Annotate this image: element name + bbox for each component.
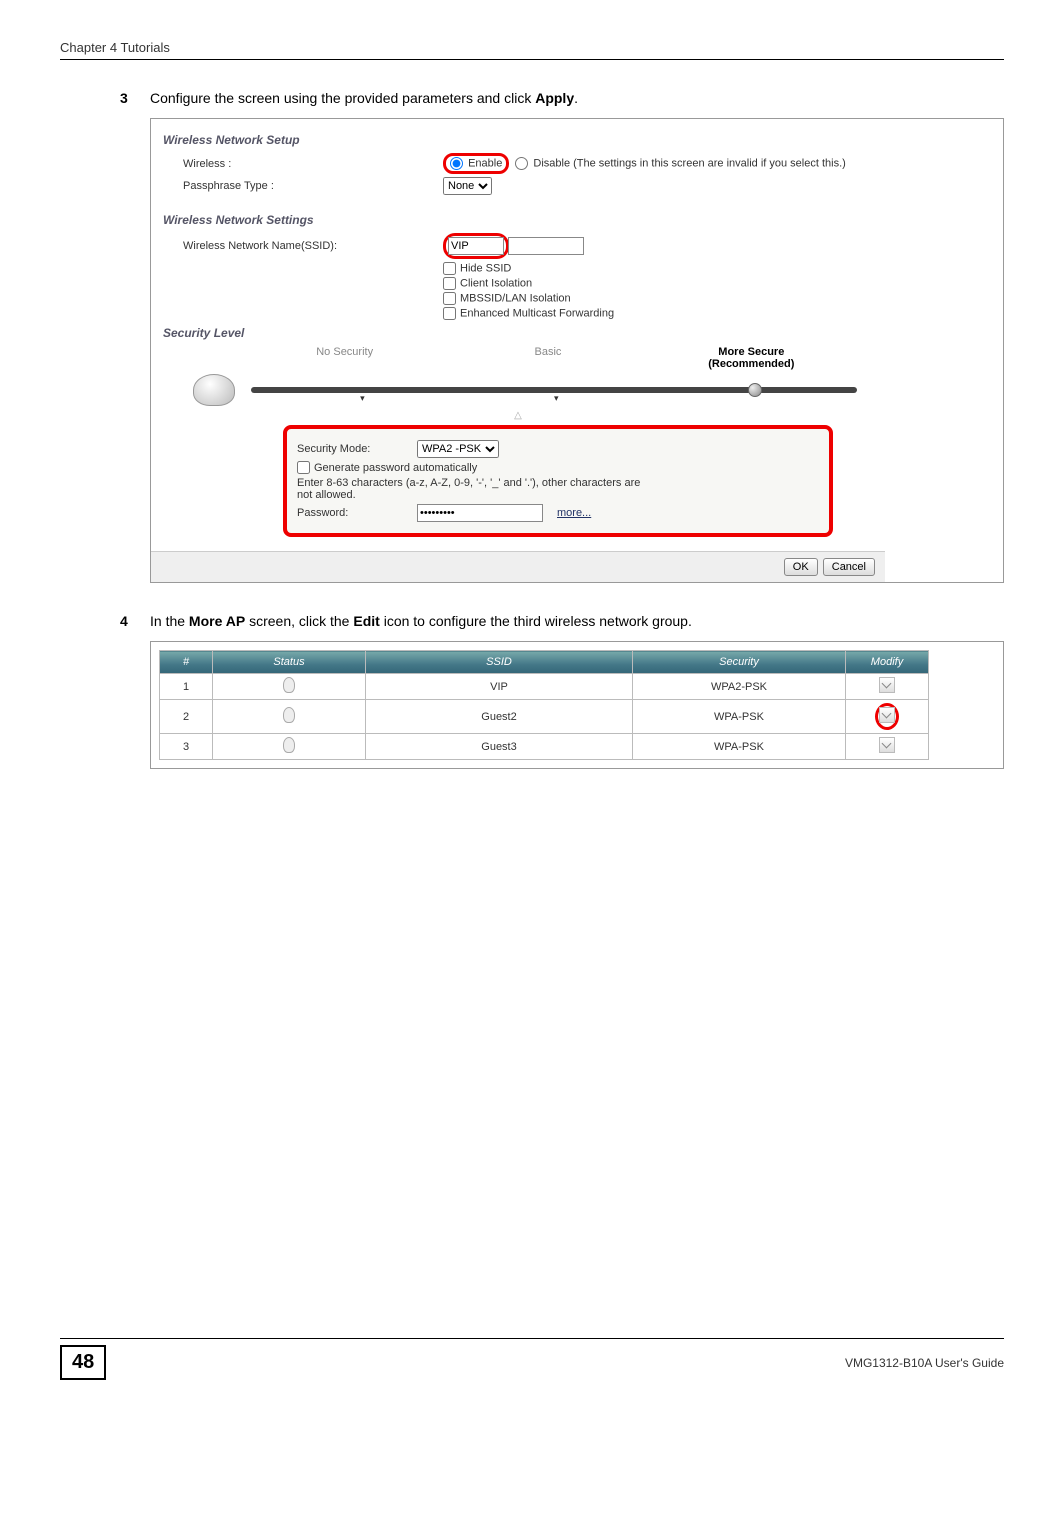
chk-hide-ssid[interactable] bbox=[443, 262, 456, 275]
chk-mbssid-label: MBSSID/LAN Isolation bbox=[460, 292, 571, 304]
moreap-table: # Status SSID Security Modify 1 VIP WPA2… bbox=[159, 650, 929, 760]
bulb-icon bbox=[283, 707, 295, 723]
text: In the bbox=[150, 613, 189, 629]
bulb-icon bbox=[283, 677, 295, 693]
passphrase-select[interactable]: None bbox=[443, 177, 492, 195]
highlight-edit bbox=[875, 703, 899, 730]
cell-security: WPA-PSK bbox=[633, 734, 846, 760]
chk-mbssid[interactable] bbox=[443, 292, 456, 305]
chapter-header: Chapter 4 Tutorials bbox=[60, 40, 1004, 55]
cell-status bbox=[213, 674, 366, 700]
step-number: 3 bbox=[120, 90, 150, 106]
cell-status bbox=[213, 734, 366, 760]
cell-modify bbox=[846, 700, 929, 734]
th-ssid: SSID bbox=[366, 651, 633, 674]
ok-button[interactable]: OK bbox=[784, 558, 818, 576]
footer-rule bbox=[60, 1338, 1004, 1339]
cell-security: WPA2-PSK bbox=[633, 674, 846, 700]
page-number: 48 bbox=[60, 1345, 106, 1380]
edit-icon[interactable] bbox=[879, 737, 895, 753]
table-row: 3 Guest3 WPA-PSK bbox=[160, 734, 929, 760]
cell-status bbox=[213, 700, 366, 734]
cell-ssid: VIP bbox=[366, 674, 633, 700]
cell-security: WPA-PSK bbox=[633, 700, 846, 734]
text: screen, click the bbox=[245, 613, 353, 629]
th-status: Status bbox=[213, 651, 366, 674]
slider-handle[interactable] bbox=[748, 383, 762, 397]
step-text: Configure the screen using the provided … bbox=[150, 90, 1004, 106]
cell-ssid: Guest2 bbox=[366, 700, 633, 734]
cell-num: 1 bbox=[160, 674, 213, 700]
chk-hide-ssid-label: Hide SSID bbox=[460, 262, 511, 274]
radio-disable-label: Disable (The settings in this screen are… bbox=[533, 157, 845, 169]
table-header-row: # Status SSID Security Modify bbox=[160, 651, 929, 674]
pw-label: Password: bbox=[297, 507, 417, 519]
chk-genpw-label: Generate password automatically bbox=[314, 462, 477, 474]
radio-enable-label: Enable bbox=[468, 157, 502, 169]
chk-client-iso-label: Client Isolation bbox=[460, 277, 532, 289]
step-text: In the More AP screen, click the Edit ic… bbox=[150, 613, 1004, 629]
slider-label-moresec: More Secure(Recommended) bbox=[650, 346, 853, 370]
cell-modify bbox=[846, 674, 929, 700]
cell-num: 3 bbox=[160, 734, 213, 760]
text: icon to configure the third wireless net… bbox=[380, 613, 692, 629]
text: Configure the screen using the provided … bbox=[150, 90, 535, 106]
slider-label-nosec: No Security bbox=[243, 346, 446, 370]
highlight-ssid bbox=[443, 233, 509, 259]
expand-arrow-icon[interactable]: △ bbox=[163, 410, 873, 421]
ssid-input[interactable] bbox=[448, 237, 504, 255]
chk-genpw[interactable] bbox=[297, 461, 310, 474]
cell-num: 2 bbox=[160, 700, 213, 734]
ap-icon bbox=[193, 374, 235, 406]
table-row: 2 Guest2 WPA-PSK bbox=[160, 700, 929, 734]
secmode-label: Security Mode: bbox=[297, 443, 417, 455]
chk-emf[interactable] bbox=[443, 307, 456, 320]
cell-ssid: Guest3 bbox=[366, 734, 633, 760]
edit-icon[interactable] bbox=[879, 677, 895, 693]
table-row: 1 VIP WPA2-PSK bbox=[160, 674, 929, 700]
bold-apply: Apply bbox=[535, 90, 574, 106]
th-modify: Modify bbox=[846, 651, 929, 674]
ssid-input-ext[interactable] bbox=[508, 237, 584, 255]
section-title-settings: Wireless Network Settings bbox=[163, 213, 873, 227]
section-title-security: Security Level bbox=[163, 326, 873, 340]
passphrase-label: Passphrase Type : bbox=[183, 180, 443, 192]
step-4: 4 In the More AP screen, click the Edit … bbox=[120, 613, 1004, 629]
edit-icon[interactable] bbox=[879, 707, 895, 723]
header-rule bbox=[60, 59, 1004, 60]
wireless-label: Wireless : bbox=[183, 158, 443, 170]
chk-emf-label: Enhanced Multicast Forwarding bbox=[460, 307, 614, 319]
bulb-icon bbox=[283, 737, 295, 753]
step-number: 4 bbox=[120, 613, 150, 629]
highlight-enable: Enable bbox=[443, 153, 509, 174]
bold-moreap: More AP bbox=[189, 613, 245, 629]
section-title-setup: Wireless Network Setup bbox=[163, 133, 873, 147]
chk-client-iso[interactable] bbox=[443, 277, 456, 290]
th-num: # bbox=[160, 651, 213, 674]
cancel-button[interactable]: Cancel bbox=[823, 558, 875, 576]
figure-moreap-table: # Status SSID Security Modify 1 VIP WPA2… bbox=[150, 641, 1004, 769]
figure-wireless-setup: Wireless Network Setup Wireless : Enable… bbox=[150, 118, 1004, 583]
secmode-select[interactable]: WPA2 -PSK bbox=[417, 440, 499, 458]
cell-modify bbox=[846, 734, 929, 760]
slider-label-basic: Basic bbox=[446, 346, 649, 370]
security-slider[interactable]: ▾ ▾ bbox=[251, 387, 857, 393]
radio-enable[interactable] bbox=[450, 157, 463, 170]
pw-hint: Enter 8-63 characters (a-z, A-Z, 0-9, '-… bbox=[297, 477, 647, 501]
bold-edit: Edit bbox=[353, 613, 379, 629]
dialog-footer: OK Cancel bbox=[151, 551, 885, 582]
ssid-label: Wireless Network Name(SSID): bbox=[183, 240, 443, 252]
text: . bbox=[574, 90, 578, 106]
step-3: 3 Configure the screen using the provide… bbox=[120, 90, 1004, 106]
radio-disable[interactable] bbox=[515, 157, 528, 170]
page-footer: 48 VMG1312-B10A User's Guide bbox=[0, 1338, 1064, 1380]
pw-input[interactable] bbox=[417, 504, 543, 522]
highlight-security-box: Security Mode: WPA2 -PSK Generate passwo… bbox=[283, 425, 833, 537]
more-link[interactable]: more... bbox=[557, 507, 591, 519]
guide-name: VMG1312-B10A User's Guide bbox=[106, 1356, 1004, 1370]
th-security: Security bbox=[633, 651, 846, 674]
